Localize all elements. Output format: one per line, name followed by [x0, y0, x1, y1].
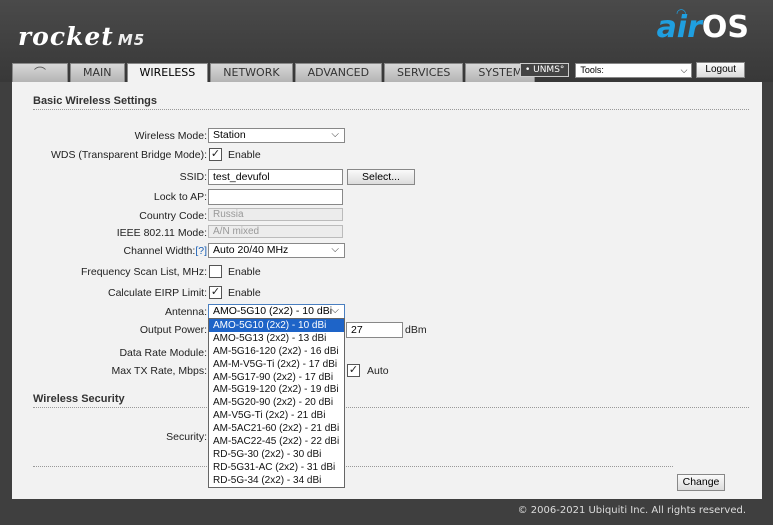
- antenna-option[interactable]: AMO-5G13 (2x2) - 13 dBi: [209, 332, 344, 345]
- tools-select[interactable]: Tools: ⌵: [575, 62, 693, 78]
- lock-to-ap-input[interactable]: [208, 189, 343, 205]
- tab-wireless[interactable]: WIRELESS: [126, 63, 209, 83]
- change-button[interactable]: Change: [677, 474, 725, 491]
- antenna-option[interactable]: AM-V5G-Ti (2x2) - 21 dBi: [209, 409, 344, 422]
- row-channel-width: Channel Width:[?] Auto 20/40 MHz ⌵: [12, 243, 762, 259]
- chevron-down-icon: ⌵: [680, 64, 688, 75]
- output-power-unit: dBm: [405, 324, 427, 336]
- ssid-select-button[interactable]: Select...: [347, 169, 415, 185]
- row-wireless-mode: Wireless Mode: Station ⌵: [12, 128, 762, 144]
- row-wds: WDS (Transparent Bridge Mode): ✓ Enable: [12, 147, 762, 163]
- tab-network[interactable]: NETWORK: [210, 63, 293, 82]
- logo-product: rocket: [18, 22, 114, 51]
- channel-width-label-text: Channel Width:: [123, 245, 196, 257]
- max-tx-auto-label: Auto: [367, 365, 389, 377]
- lock-to-ap-label: Lock to AP:: [153, 191, 207, 203]
- eirp-checkbox[interactable]: ✓: [209, 286, 222, 299]
- row-eirp: Calculate EIRP Limit: ✓ Enable: [12, 285, 762, 301]
- wds-enable-label: Enable: [228, 149, 261, 161]
- row-ssid: SSID: test_devufol Select...: [12, 169, 762, 185]
- chevron-down-icon: ⌵: [331, 305, 339, 316]
- antenna-option[interactable]: AM-5G16-120 (2x2) - 16 dBi: [209, 345, 344, 358]
- tab-advanced[interactable]: ADVANCED: [294, 63, 383, 82]
- antenna-option[interactable]: RD-5G31-AC (2x2) - 31 dBi: [209, 461, 344, 474]
- antenna-select[interactable]: AMO-5G10 (2x2) - 10 dBi ⌵: [208, 304, 345, 319]
- row-output-power: Output Power: 27 dBm: [12, 322, 762, 338]
- wireless-security-title: Wireless Security: [33, 393, 749, 408]
- max-tx-auto-checkbox[interactable]: ✓: [347, 364, 360, 377]
- main-panel: Basic Wireless Settings Wireless Mode: S…: [12, 82, 762, 499]
- logo-os: OS: [701, 10, 749, 45]
- channel-width-select[interactable]: Auto 20/40 MHz ⌵: [208, 243, 345, 258]
- tab-services[interactable]: SERVICES: [384, 63, 464, 82]
- antenna-option[interactable]: RD-5G-34 (2x2) - 34 dBi: [209, 474, 344, 487]
- ubiquiti-logo-icon: ⌒: [33, 66, 46, 80]
- antenna-option[interactable]: RD-5G-30 (2x2) - 30 dBi: [209, 448, 344, 461]
- row-lock-to-ap: Lock to AP:: [12, 189, 762, 205]
- wifi-icon: ◠: [676, 6, 686, 20]
- frequency-scan-checkbox[interactable]: [209, 265, 222, 278]
- top-right-controls: • UNMS° Tools: ⌵ Logout: [519, 62, 745, 78]
- tab-main[interactable]: MAIN: [70, 63, 125, 82]
- max-tx-rate-label: Max TX Rate, Mbps:: [111, 365, 207, 377]
- main-tabs: ⌒ MAIN WIRELESS NETWORK ADVANCED SERVICE…: [12, 63, 537, 83]
- rocket-logo: rocket M5: [18, 22, 145, 51]
- data-rate-module-label: Data Rate Module:: [119, 347, 207, 359]
- frequency-scan-label: Frequency Scan List, MHz:: [80, 266, 207, 278]
- row-max-tx-rate: Max TX Rate, Mbps: ✓ Auto: [12, 363, 762, 379]
- wds-label: WDS (Transparent Bridge Mode):: [51, 149, 207, 161]
- antenna-label: Antenna:: [164, 306, 207, 318]
- row-frequency-scan: Frequency Scan List, MHz: Enable: [12, 264, 762, 280]
- country-code-field: Russia: [208, 208, 343, 221]
- antenna-option[interactable]: AM-5G20-90 (2x2) - 20 dBi: [209, 396, 344, 409]
- channel-width-help-link[interactable]: [?]: [195, 245, 207, 257]
- ieee-mode-field: A/N mixed: [208, 225, 343, 238]
- antenna-option[interactable]: AM-M-V5G-Ti (2x2) - 17 dBi: [209, 358, 344, 371]
- row-antenna: Antenna: AMO-5G10 (2x2) - 10 dBi ⌵: [12, 304, 762, 320]
- antenna-value: AMO-5G10 (2x2) - 10 dBi: [213, 305, 333, 317]
- row-data-rate-module: Data Rate Module:: [12, 345, 762, 361]
- frequency-scan-enable-label: Enable: [228, 266, 261, 278]
- divider: [33, 466, 673, 467]
- tools-select-value: Tools:: [580, 64, 604, 75]
- country-code-label: Country Code:: [139, 210, 207, 222]
- antenna-option[interactable]: AM-5G19-120 (2x2) - 19 dBi: [209, 383, 344, 396]
- basic-wireless-title: Basic Wireless Settings: [33, 95, 749, 110]
- channel-width-label: Channel Width:[?]: [124, 245, 207, 257]
- unms-badge[interactable]: • UNMS°: [519, 63, 570, 77]
- chevron-down-icon: ⌵: [331, 129, 339, 140]
- antenna-option[interactable]: AM-5AC22-45 (2x2) - 22 dBi: [209, 435, 344, 448]
- logout-button[interactable]: Logout: [696, 62, 745, 78]
- antenna-option[interactable]: AM-5AC21-60 (2x2) - 21 dBi: [209, 422, 344, 435]
- antenna-option[interactable]: AM-5G17-90 (2x2) - 17 dBi: [209, 371, 344, 384]
- wireless-mode-select[interactable]: Station ⌵: [208, 128, 345, 143]
- ssid-input[interactable]: test_devufol: [208, 169, 343, 185]
- logo-model: M5: [117, 31, 146, 49]
- row-security: Security:: [12, 429, 762, 445]
- wireless-mode-label: Wireless Mode:: [134, 130, 207, 142]
- airos-logo: ◠ airOS: [657, 6, 749, 45]
- ssid-label: SSID:: [179, 171, 207, 183]
- row-country-code: Country Code: Russia: [12, 208, 762, 224]
- antenna-option[interactable]: AMO-5G10 (2x2) - 10 dBi: [209, 319, 344, 332]
- wds-checkbox[interactable]: ✓: [209, 148, 222, 161]
- antenna-dropdown-list: AMO-5G10 (2x2) - 10 dBi AMO-5G13 (2x2) -…: [208, 318, 345, 488]
- ieee-mode-label: IEEE 802.11 Mode:: [116, 227, 207, 239]
- wireless-mode-value: Station: [213, 129, 246, 141]
- output-power-label: Output Power:: [139, 324, 207, 336]
- chevron-down-icon: ⌵: [331, 244, 339, 255]
- eirp-label: Calculate EIRP Limit:: [107, 287, 207, 299]
- output-power-input[interactable]: 27: [346, 322, 403, 338]
- channel-width-value: Auto 20/40 MHz: [213, 244, 289, 256]
- tab-ubnt-logo[interactable]: ⌒: [12, 63, 68, 82]
- row-ieee-mode: IEEE 802.11 Mode: A/N mixed: [12, 225, 762, 241]
- copyright-footer: © 2006-2021 Ubiquiti Inc. All rights res…: [517, 505, 746, 516]
- security-label: Security:: [166, 431, 207, 443]
- eirp-enable-label: Enable: [228, 287, 261, 299]
